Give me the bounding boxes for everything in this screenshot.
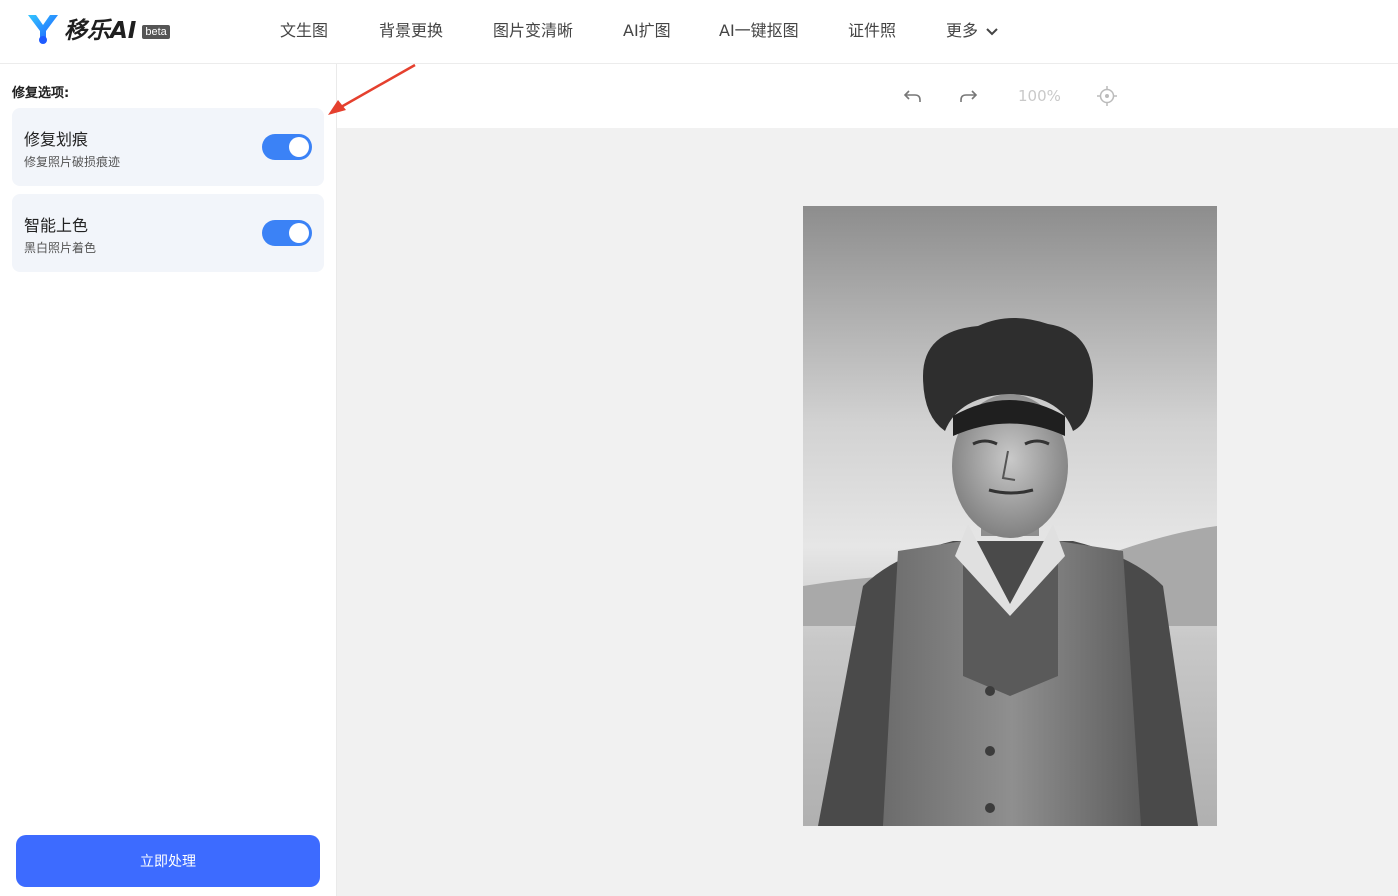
toggle-knob (289, 137, 309, 157)
canvas-toolbar: 100% (337, 64, 1398, 128)
image-canvas (337, 128, 1398, 896)
scratch-repair-toggle[interactable] (262, 134, 312, 160)
option-description: 黑白照片着色 (24, 241, 97, 255)
option-title: 智能上色 (24, 216, 89, 235)
redo-icon[interactable] (957, 85, 979, 107)
beta-badge: beta (142, 25, 170, 39)
option-card-colorize: 智能上色 黑白照片着色 (12, 194, 324, 272)
nav-more-label: 更多 (946, 21, 979, 40)
brand-name: 移乐AI (64, 18, 137, 44)
brand-logo[interactable]: 移乐AI beta (26, 11, 170, 45)
toggle-knob (289, 223, 309, 243)
section-title: 修复选项: (12, 86, 70, 101)
nav-background-replace[interactable]: 背景更换 (379, 17, 443, 41)
options-sidebar: 修复选项: 修复划痕 修复照片破损痕迹 智能上色 黑白照片着色 立即处理 (0, 64, 337, 896)
recenter-icon[interactable] (1096, 85, 1118, 107)
zoom-level: 100% (1018, 87, 1061, 105)
nav-image-enhance[interactable]: 图片变清晰 (493, 17, 573, 41)
logo-y-icon (28, 15, 58, 44)
chevron-down-icon (986, 28, 998, 36)
option-title: 修复划痕 (24, 130, 89, 149)
undo-icon[interactable] (902, 85, 924, 107)
colorize-toggle[interactable] (262, 220, 312, 246)
nav-ai-expand[interactable]: AI扩图 (623, 17, 671, 41)
option-card-scratch-repair: 修复划痕 修复照片破损痕迹 (12, 108, 324, 186)
option-description: 修复照片破损痕迹 (24, 155, 121, 169)
uploaded-photo[interactable] (803, 206, 1217, 826)
nav-more[interactable]: 更多 (946, 17, 999, 41)
nav-id-photo[interactable]: 证件照 (848, 17, 896, 41)
process-now-button[interactable]: 立即处理 (16, 835, 320, 887)
nav-ai-cutout[interactable]: AI一键抠图 (719, 17, 799, 41)
nav-text-to-image[interactable]: 文生图 (280, 17, 328, 41)
top-header: 移乐AI beta 文生图 背景更换 图片变清晰 AI扩图 AI一键抠图 证件照… (0, 0, 1398, 64)
